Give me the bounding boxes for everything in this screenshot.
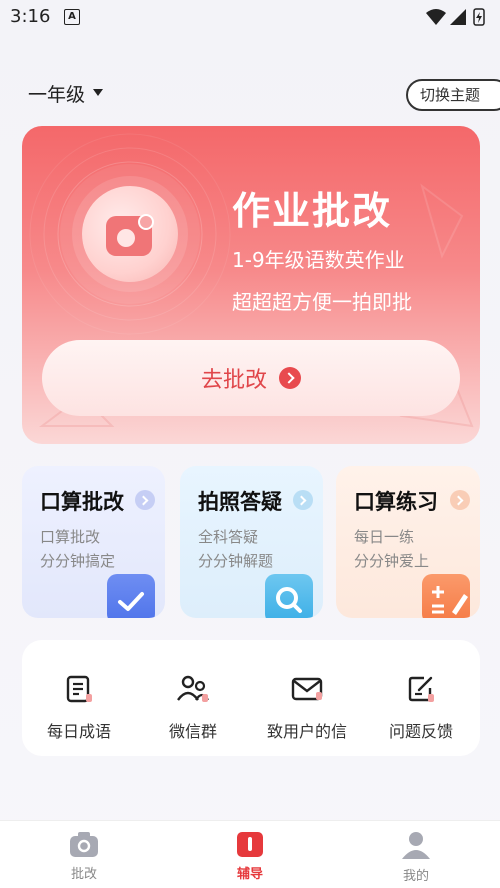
feature-desc: 每日一练 (354, 528, 415, 546)
homework-correction-card[interactable]: 作业批改 1-9年级语数英作业 超超超方便一拍即批 去批改 (22, 126, 480, 444)
feedback-tool[interactable]: 问题反馈 (364, 640, 478, 756)
feature-desc: 口算批改 (40, 528, 101, 546)
chevron-right-icon (450, 490, 470, 510)
tool-label: 微信群 (168, 722, 217, 741)
profile-icon (402, 832, 430, 859)
clipboard-check-icon (107, 574, 155, 618)
chevron-right-icon (279, 367, 301, 389)
grade-selector[interactable]: 一年级 (28, 80, 104, 107)
feature-title: 拍照答疑 (198, 490, 282, 514)
calculator-pencil-icon (422, 574, 470, 618)
feature-desc: 分分钟爱上 (354, 552, 430, 570)
letter-to-users-tool[interactable]: 致用户的信 (250, 640, 364, 756)
magnifier-icon (265, 574, 313, 618)
hero-subtitle-grades: 1-9年级语数英作业 (232, 248, 405, 272)
tool-label: 每日成语 (46, 722, 111, 741)
switch-theme-button[interactable]: 切换主题 (406, 79, 500, 111)
oral-math-practice-card[interactable]: 口算练习 每日一练 分分钟爱上 (336, 466, 480, 618)
nav-profile[interactable]: 我的 (366, 821, 466, 888)
bottom-navigation: 批改 辅导 我的 (0, 820, 500, 888)
nav-label: 辅导 (236, 867, 263, 882)
mail-icon (291, 677, 323, 701)
grade-label: 一年级 (28, 84, 86, 106)
hero-subtitle-tagline: 超超超方便一拍即批 (232, 290, 412, 314)
oral-math-correction-card[interactable]: 口算批改 口算批改 分分钟搞定 (22, 466, 165, 618)
feature-desc: 分分钟解题 (198, 552, 274, 570)
photo-qa-card[interactable]: 拍照答疑 全科答疑 分分钟解题 (180, 466, 323, 618)
camera-icon (70, 832, 98, 857)
camera-badge-icon (82, 186, 178, 282)
chevron-right-icon (135, 490, 155, 510)
wifi-icon (426, 9, 446, 25)
feedback-icon (408, 676, 434, 702)
nav-label: 我的 (402, 869, 429, 884)
feature-desc: 分分钟搞定 (40, 552, 116, 570)
app-notification-icon: A (64, 9, 80, 25)
status-icons (426, 8, 485, 26)
chevron-right-icon (293, 490, 313, 510)
nav-tutor[interactable]: 辅导 (200, 821, 300, 888)
tool-label: 问题反馈 (388, 722, 453, 741)
wechat-group-tool[interactable]: 微信群 (136, 640, 250, 756)
hero-title: 作业批改 (232, 189, 393, 233)
caret-down-icon (93, 89, 104, 96)
document-icon (66, 675, 92, 703)
nav-label: 批改 (70, 867, 97, 882)
status-bar: 3:16 A (0, 0, 500, 36)
nav-correct[interactable]: 批改 (34, 821, 134, 888)
tool-label: 致用户的信 (266, 722, 347, 741)
people-icon (177, 675, 209, 702)
tutor-icon (237, 832, 263, 857)
signal-icon (450, 9, 466, 25)
status-time: 3:16 (10, 6, 51, 27)
go-correct-label: 去批改 (200, 368, 267, 393)
feature-title: 口算批改 (40, 490, 124, 514)
feature-desc: 全科答疑 (198, 528, 259, 546)
tools-panel: 每日成语 微信群 致用户的信 问题反馈 (22, 640, 480, 756)
go-correct-button[interactable]: 去批改 (42, 340, 460, 416)
daily-idiom-tool[interactable]: 每日成语 (22, 640, 136, 756)
feature-title: 口算练习 (354, 490, 438, 514)
